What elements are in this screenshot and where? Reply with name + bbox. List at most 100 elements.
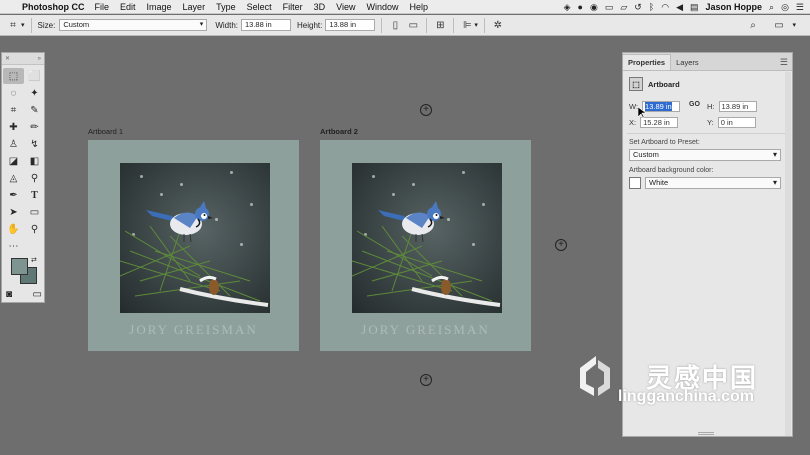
menu-edit[interactable]: Edit	[120, 2, 136, 12]
artboard-1[interactable]: JORY GREISMAN	[88, 140, 299, 351]
clone-stamp-tool-icon[interactable]: ♙	[3, 136, 24, 152]
x-row: X: 15.28 in	[629, 117, 679, 128]
y-input[interactable]: 0 in	[717, 117, 756, 128]
menu-filter[interactable]: Filter	[283, 2, 303, 12]
more-tools-icon[interactable]: ⋯	[3, 238, 24, 254]
options-divider	[483, 17, 485, 33]
search-icon[interactable]: ⌕	[769, 2, 774, 13]
tab-layers[interactable]: Layers	[671, 55, 704, 70]
flag-icon[interactable]: ▤	[690, 2, 699, 13]
portrait-orientation-icon[interactable]: ▯	[388, 18, 402, 32]
tool-preset-chevron-icon[interactable]: ▾	[21, 21, 25, 29]
artboard-tool-icon[interactable]: ⬚	[3, 68, 24, 84]
menu-type[interactable]: Type	[216, 2, 236, 12]
volume-icon[interactable]: ◀	[676, 2, 683, 13]
panel-menu-icon[interactable]: ☰	[780, 57, 788, 68]
eyedropper-tool-icon[interactable]: ✎	[24, 102, 45, 118]
menu-view[interactable]: View	[336, 2, 355, 12]
quick-mask-icon[interactable]: ◙	[6, 289, 12, 300]
screen-mode-icon[interactable]: ▭	[33, 289, 42, 300]
wifi-icon[interactable]: ◠	[661, 2, 669, 13]
airplay-icon[interactable]: ▱	[620, 2, 627, 13]
landscape-orientation-icon[interactable]: ▭	[406, 18, 420, 32]
zoom-tool-icon[interactable]: ⚲	[24, 221, 45, 237]
menu-select[interactable]: Select	[247, 2, 272, 12]
gradient-tool-icon[interactable]: ◧	[24, 153, 45, 169]
height-label: Height:	[296, 20, 323, 30]
time-machine-icon[interactable]: ↺	[634, 2, 642, 13]
siri-icon[interactable]: ◎	[781, 2, 789, 13]
height-row: H: 13.89 in	[707, 101, 757, 112]
artboard-1-label[interactable]: Artboard 1	[88, 127, 123, 136]
divider	[627, 133, 787, 134]
dodge-tool-icon[interactable]: ⚲	[24, 170, 45, 186]
monitor-icon[interactable]: ▭	[605, 2, 614, 13]
bg-color-select[interactable]: White	[645, 177, 781, 189]
workspace-chevron-icon[interactable]: ▾	[792, 21, 796, 29]
user-name[interactable]: Jason Hoppe	[706, 2, 763, 12]
artboard-2-label[interactable]: Artboard 2	[320, 127, 358, 136]
collapse-icon[interactable]: »	[38, 56, 41, 62]
menu-help[interactable]: Help	[409, 2, 428, 12]
align-chevron-icon[interactable]: ▾	[474, 21, 478, 29]
size-select[interactable]: Custom	[59, 19, 208, 31]
add-artboard-right-button[interactable]: +	[555, 239, 567, 251]
height-field[interactable]: 13.88 in	[325, 19, 376, 31]
history-brush-tool-icon[interactable]: ↯	[24, 136, 45, 152]
cc-icon[interactable]: ●	[578, 2, 583, 12]
search-icon[interactable]: ⌕	[746, 18, 760, 32]
eye-icon[interactable]: ◉	[590, 2, 598, 13]
menu-layer[interactable]: Layer	[183, 2, 206, 12]
add-artboard-bottom-button[interactable]: +	[420, 374, 432, 386]
h-input[interactable]: 13.89 in	[718, 101, 757, 112]
pen-tool-icon[interactable]: ✒	[3, 187, 24, 203]
notification-center-icon[interactable]: ☰	[796, 2, 804, 13]
app-menu[interactable]: Photoshop CC	[22, 2, 85, 12]
workspace-icon[interactable]: ▭	[772, 18, 786, 32]
logo-url-text: lingganchina.com	[618, 388, 755, 405]
add-artboard-icon[interactable]: ⊞	[433, 18, 447, 32]
eraser-tool-icon[interactable]: ◪	[3, 153, 24, 169]
preset-select[interactable]: Custom	[629, 149, 781, 161]
menu-window[interactable]: Window	[366, 2, 398, 12]
w-value: 13.89 in	[645, 102, 672, 111]
close-icon[interactable]: ✕	[5, 55, 10, 62]
width-row: W: 13.89 in	[629, 101, 681, 112]
gear-icon[interactable]: ✲	[491, 18, 505, 32]
bg-color-swatch[interactable]	[629, 177, 641, 189]
h-label: H:	[707, 102, 715, 111]
hand-tool-icon[interactable]: ✋	[3, 221, 24, 237]
lasso-tool-icon[interactable]: ◌	[3, 85, 24, 101]
blur-tool-icon[interactable]: ◬	[3, 170, 24, 186]
align-icon[interactable]: ⊫	[460, 18, 474, 32]
magic-wand-tool-icon[interactable]: ✦	[24, 85, 45, 101]
width-label: Width:	[215, 20, 238, 30]
tab-properties[interactable]: Properties	[623, 54, 672, 70]
swap-colors-icon[interactable]: ⇄	[31, 256, 37, 264]
path-selection-tool-icon[interactable]: ➤	[3, 204, 24, 220]
brush-tool-icon[interactable]: ✏	[24, 119, 45, 135]
link-dimensions-icon[interactable]: GO	[689, 101, 700, 108]
blue-jay-bird	[146, 201, 213, 243]
menu-image[interactable]: Image	[147, 2, 172, 12]
crop-tool-icon[interactable]: ⌗	[3, 102, 24, 118]
blue-jay-photo	[120, 163, 270, 313]
artboard-2[interactable]: JORY GREISMAN	[320, 140, 531, 351]
panel-resize-grip[interactable]	[698, 432, 714, 435]
menu-file[interactable]: File	[95, 2, 110, 12]
w-input[interactable]: 13.89 in	[642, 101, 681, 112]
add-artboard-top-button[interactable]: +	[420, 104, 432, 116]
marquee-tool-icon[interactable]: ⬜	[24, 68, 45, 84]
dropbox-icon[interactable]: ◈	[564, 2, 571, 13]
type-tool-icon[interactable]: T	[24, 187, 45, 203]
tools-panel-header[interactable]: ✕ »	[2, 53, 44, 65]
width-field[interactable]: 13.88 in	[240, 19, 291, 31]
foreground-color-swatch[interactable]	[11, 258, 28, 275]
crop-tool-preset-icon[interactable]: ⌗	[6, 18, 20, 32]
healing-brush-tool-icon[interactable]: ✚	[3, 119, 24, 135]
bluetooth-icon[interactable]: ᛒ	[649, 2, 654, 12]
rectangle-tool-icon[interactable]: ▭	[24, 204, 45, 220]
menu-3d[interactable]: 3D	[314, 2, 326, 12]
color-swatches: ⇄	[11, 256, 41, 286]
w-label: W:	[629, 102, 639, 111]
